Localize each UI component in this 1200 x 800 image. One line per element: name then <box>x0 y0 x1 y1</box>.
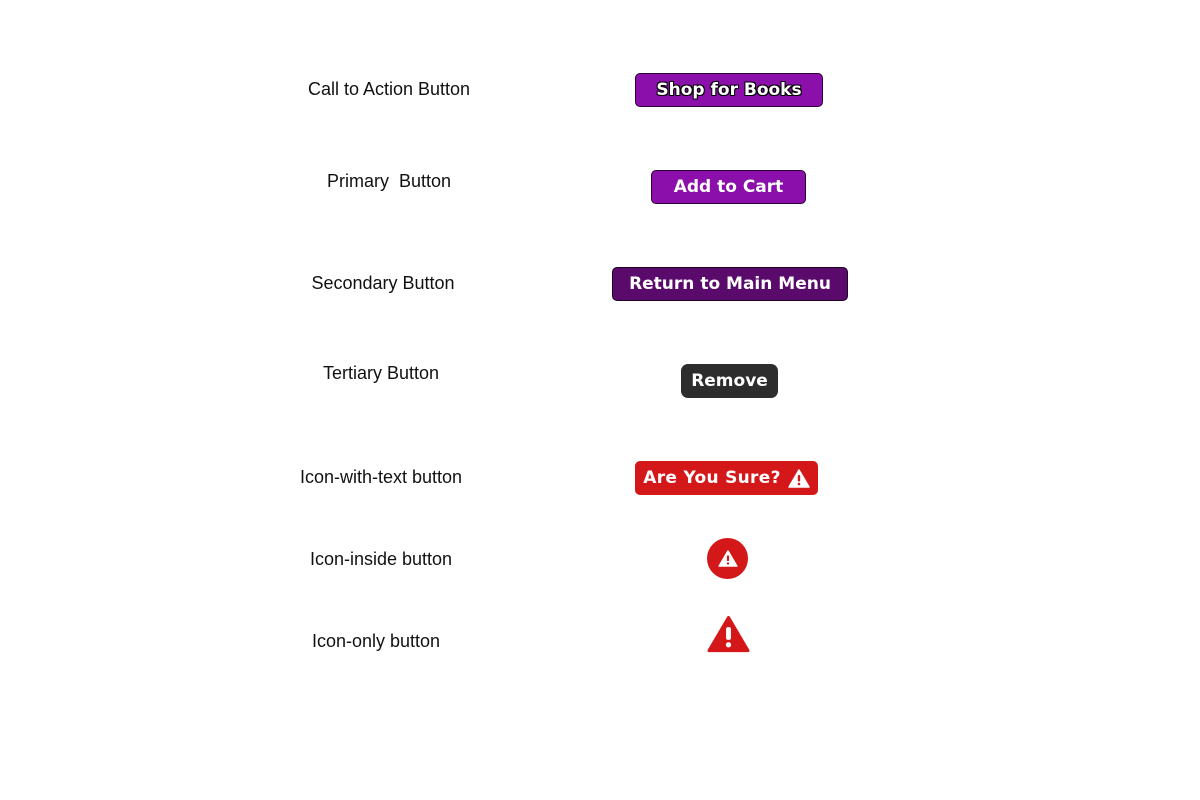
label-tertiary: Tertiary Button <box>322 363 440 383</box>
label-call-to-action: Call to Action Button <box>307 79 471 99</box>
remove-label: Remove <box>691 371 768 391</box>
label-icon-with-text: Icon-with-text button <box>299 467 463 487</box>
warning-triangle-icon <box>787 468 810 488</box>
shop-for-books-button[interactable]: Shop for Books <box>635 73 823 107</box>
warning-icon-button[interactable] <box>707 614 750 654</box>
label-icon-only: Icon-only button <box>311 631 441 651</box>
return-to-main-menu-button[interactable]: Return to Main Menu <box>612 267 848 301</box>
warning-circle-button[interactable] <box>707 538 748 579</box>
shop-for-books-label: Shop for Books <box>656 80 802 100</box>
are-you-sure-label: Are You Sure? <box>643 468 781 488</box>
label-icon-inside: Icon-inside button <box>309 549 453 569</box>
warning-triangle-icon <box>717 550 738 567</box>
label-secondary: Secondary Button <box>311 273 455 293</box>
add-to-cart-button[interactable]: Add to Cart <box>651 170 806 204</box>
add-to-cart-label: Add to Cart <box>673 177 784 197</box>
return-to-main-menu-label: Return to Main Menu <box>629 274 831 294</box>
warning-triangle-icon <box>707 615 750 653</box>
label-primary: Primary Button <box>326 171 452 191</box>
are-you-sure-button[interactable]: Are You Sure? <box>635 461 818 495</box>
remove-button[interactable]: Remove <box>681 364 778 398</box>
